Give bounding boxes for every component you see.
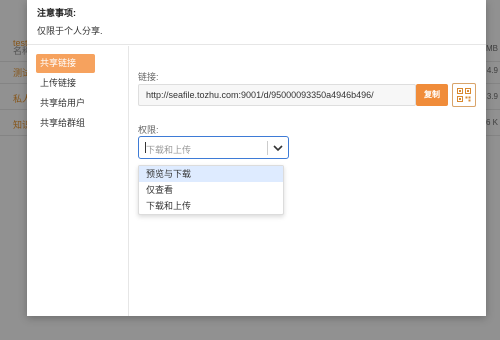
nav-item-upload-link[interactable]: 上传链接 [36, 74, 95, 93]
chevron-down-icon[interactable] [272, 142, 284, 154]
qr-code-icon [457, 88, 471, 102]
nav-item-share-to-user[interactable]: 共享给用户 [36, 94, 95, 113]
option-download-upload[interactable]: 下载和上传 [139, 198, 283, 214]
notice-title: 注意事项: [37, 8, 76, 18]
permission-select[interactable]: 下载和上传 [138, 136, 289, 159]
share-dialog: 注意事项: 仅限于个人分享. 共享链接 上传链接 共享给用户 共享给群组 链接:… [27, 0, 486, 316]
share-side-nav: 共享链接 上传链接 共享给用户 共享给群组 [27, 46, 129, 316]
select-separator [267, 141, 268, 155]
qr-code-button[interactable] [452, 83, 476, 107]
share-link-field[interactable]: http://seafile.tozhu.com:9001/d/95000093… [138, 84, 416, 106]
notice-section: 注意事项: 仅限于个人分享. [27, 0, 486, 45]
permission-select-value: 下载和上传 [146, 145, 192, 155]
notice-text: 仅限于个人分享. [37, 26, 103, 36]
nav-item-share-link[interactable]: 共享链接 [36, 54, 95, 73]
copy-button[interactable]: 复制 [416, 84, 448, 106]
link-label: 链接: [138, 72, 159, 82]
permission-options-menu: 预览与下载 仅查看 下载和上传 [138, 165, 284, 215]
option-preview-download[interactable]: 预览与下载 [139, 166, 283, 182]
option-view-only[interactable]: 仅查看 [139, 182, 283, 198]
permission-label: 权限: [138, 125, 159, 135]
nav-item-share-to-group[interactable]: 共享给群组 [36, 114, 95, 133]
